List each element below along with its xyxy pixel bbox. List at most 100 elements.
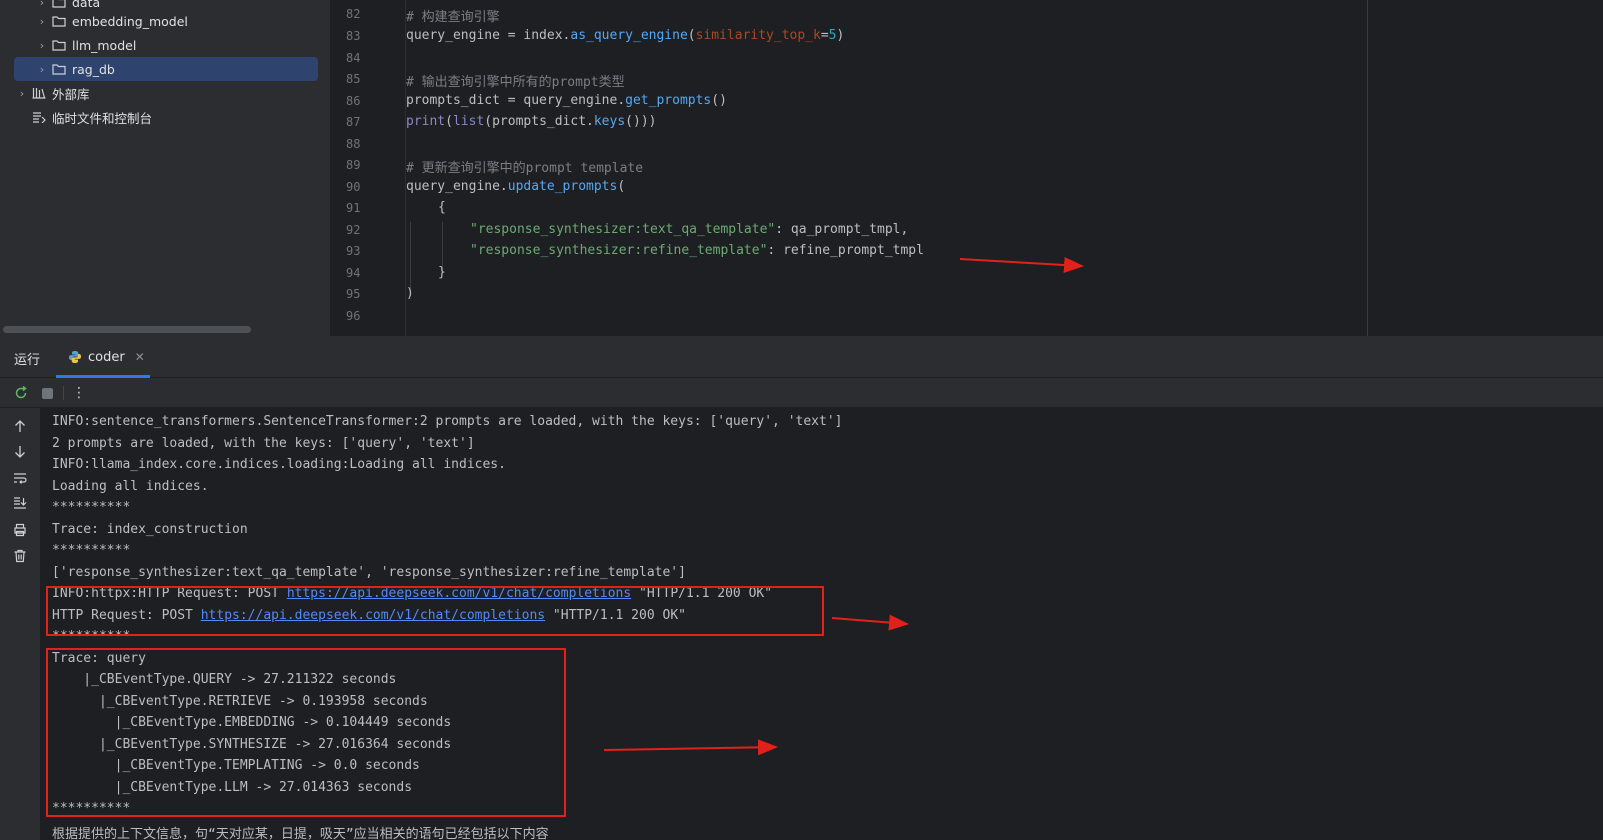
code-token: ( [617,179,626,194]
stop-button[interactable] [37,383,57,403]
console-line: INFO:llama_index.core.indices.loading:Lo… [52,457,506,472]
line-number: 83 [346,29,361,43]
code-token: similarity_top_k [695,28,821,43]
folder-icon [50,38,68,52]
console-line: Trace: index_construction [52,522,248,537]
console-line: ['response_synthesizer:text_qa_template'… [52,565,686,580]
scroll-to-end-icon [14,497,27,509]
tree-item-scratches[interactable]: 临时文件和控制台 [30,105,152,129]
stop-icon [41,387,53,399]
console-line: 2 prompts are loaded, with the keys: ['q… [52,436,475,451]
toolbar-divider [63,386,64,400]
print-icon [14,523,26,537]
code-token: "response_synthesizer:text_qa_template" [470,222,776,237]
tree-item-label: 外部库 [52,86,90,102]
soft-wrap-button[interactable] [10,468,30,488]
run-tab-coder[interactable]: coder ✕ [64,336,149,378]
code-token: keys [593,114,626,129]
line-number: 84 [346,51,361,65]
code-line-93: "response_synthesizer:refine_template": … [470,243,924,258]
code-token: (prompts_dict. [484,114,594,129]
line-number: 94 [346,266,361,280]
code-line-91: { [438,200,446,215]
code-line-85: # 输出查询引擎中所有的prompt类型 [406,71,625,90]
line-number: 91 [346,201,361,215]
code-token: list [452,114,485,129]
tree-item-rag-db[interactable]: › rag_db [14,57,318,81]
tree-item-label: embedding_model [72,13,188,29]
tree-item-label: 临时文件和控制台 [52,110,153,126]
tree-item-label: llm_model [72,37,137,53]
line-number: 87 [346,115,361,129]
line-number: 93 [346,244,361,258]
scroll-down-button[interactable] [10,442,30,462]
folder-icon [50,0,68,9]
indent-guide [410,222,411,296]
console-line: ********** [52,543,131,558]
more-vertical-icon: ⋮ [72,385,86,401]
code-line-92: "response_synthesizer:text_qa_template":… [470,222,908,237]
code-token: { [438,200,446,215]
code-token: ())) [625,114,657,129]
code-token: ( [687,28,696,43]
folder-icon [50,14,68,28]
tree-item-label: rag_db [72,61,115,77]
project-panel: › data › embedding_model › llm_model › r… [0,0,330,336]
tree-item-embedding-model[interactable]: › embedding_model [34,9,188,33]
chevron-right-icon[interactable]: › [34,15,50,28]
scratches-icon [30,110,48,124]
console-line: INFO:sentence_transformers.SentenceTrans… [52,414,843,429]
run-toolbar: ⋮ [0,378,1603,408]
code-token: prompts_dict = query_engine. [406,93,626,108]
close-icon[interactable]: ✕ [135,350,145,364]
code-token: "response_synthesizer:refine_template" [470,243,768,258]
line-number: 96 [346,309,361,323]
scroll-up-button[interactable] [10,416,30,436]
code-editor[interactable]: 82 83 84 85 86 87 88 89 90 91 92 93 94 9… [330,0,1603,336]
line-number: 90 [346,180,361,194]
code-token: = [820,28,829,43]
code-line-90: query_engine.update_prompts( [406,179,625,194]
code-token: query_engine. [406,179,508,194]
print-button[interactable] [10,520,30,540]
annotation-box-trace [46,648,566,817]
arrow-up-icon [15,420,25,432]
console-line: 根据提供的上下文信息，句“天对应某，日提，吸天”应当相关的语句已经包括以下内容 [52,827,549,840]
tree-item-external-libraries[interactable]: › 外部库 [14,81,90,105]
comment: # 更新查询引擎中的prompt template [406,161,644,176]
line-number: 86 [346,94,361,108]
chevron-right-icon[interactable]: › [34,0,50,9]
folder-icon [50,62,68,76]
horizontal-scrollbar[interactable] [3,326,251,333]
chevron-right-icon[interactable]: › [34,39,50,52]
line-number: 95 [346,287,361,301]
code-token: query_engine = index. [406,28,571,43]
chevron-right-icon[interactable]: › [34,63,50,76]
code-token: as_query_engine [570,28,688,43]
trash-icon [14,549,26,563]
line-number: 85 [346,72,361,86]
code-line-94: } [438,265,446,280]
arrow-down-icon [15,446,25,458]
library-icon [30,86,48,100]
tree-item-llm-model[interactable]: › llm_model [34,33,137,57]
python-icon [68,350,82,364]
console-line: ********** [52,500,131,515]
code-token: update_prompts [507,179,618,194]
code-token: ) [406,286,414,301]
line-number: 89 [346,158,361,172]
scroll-to-end-button[interactable] [10,493,30,513]
code-token: () [711,93,727,108]
code-line-86: prompts_dict = query_engine.get_prompts(… [406,93,727,108]
soft-wrap-icon [14,473,27,484]
code-token: ( [445,114,453,129]
chevron-right-icon[interactable]: › [14,87,30,100]
code-token: get_prompts [625,93,712,108]
rerun-button[interactable] [11,383,31,403]
annotation-box-http [46,586,824,636]
clear-all-button[interactable] [10,546,30,566]
more-options-button[interactable]: ⋮ [69,383,89,403]
code-token: : qa_prompt_tmpl, [775,222,909,237]
line-number: 88 [346,137,361,151]
console-side-toolbar [0,408,40,840]
